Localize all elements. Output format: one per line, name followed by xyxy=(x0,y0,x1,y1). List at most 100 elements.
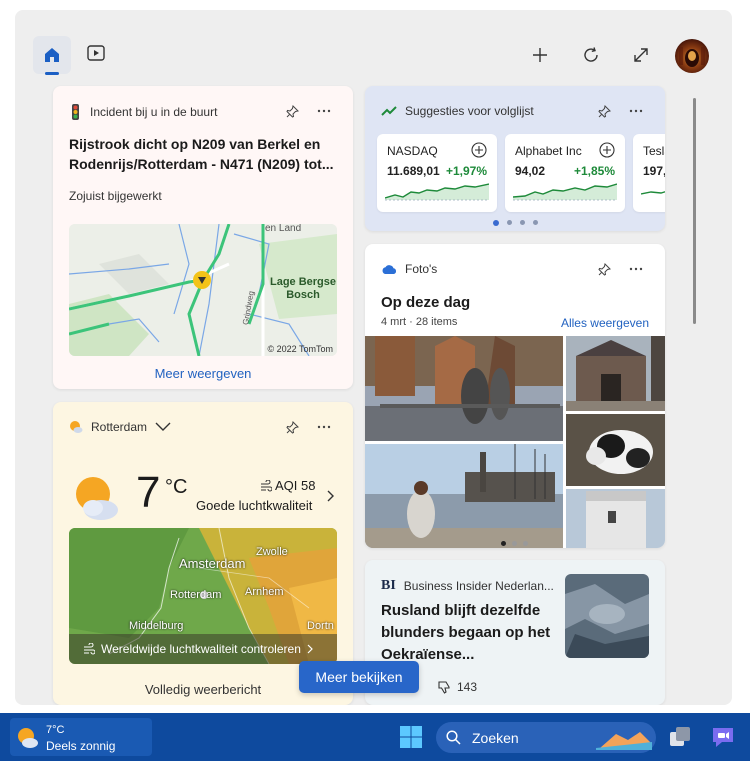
stock-sparkline xyxy=(641,191,665,195)
map-copyright: © 2022 TomTom xyxy=(267,344,334,354)
traffic-updated: Zojuist bijgewerkt xyxy=(69,189,162,203)
photo-thumbnail[interactable] xyxy=(365,444,563,548)
more-options-button[interactable] xyxy=(316,419,332,435)
news-thumbnail-image xyxy=(565,574,649,658)
expand-icon xyxy=(634,48,648,62)
news-thumbnail[interactable] xyxy=(565,574,649,658)
chevron-down-icon[interactable] xyxy=(155,422,171,432)
pager-dot[interactable] xyxy=(512,541,517,546)
photos-source: Foto's xyxy=(405,262,438,276)
pin-button[interactable] xyxy=(284,419,300,435)
photos-title: Op deze dag xyxy=(381,294,471,311)
weather-temperature: 7 xyxy=(136,468,161,517)
news-headline[interactable]: Rusland blijft dezelfde blunders begaan … xyxy=(381,600,551,666)
air-quality-link[interactable]: Wereldwijde luchtkwaliteit controleren xyxy=(69,634,337,664)
add-stock-icon[interactable] xyxy=(471,142,487,158)
pin-button[interactable] xyxy=(284,103,300,119)
onedrive-cloud-icon xyxy=(382,264,397,274)
traffic-headline[interactable]: Rijstrook dicht op N209 van Berkel en Ro… xyxy=(69,134,339,174)
taskbar-weather-widget[interactable]: 7°C Deels zonnig xyxy=(10,718,152,756)
stock-price: 197,7 xyxy=(643,164,665,178)
taskbar-search-label: Zoeken xyxy=(472,730,519,746)
weather-map[interactable]: Amsterdam Zwolle Arnhem Rotterdam Middel… xyxy=(69,528,337,664)
watchlist-card[interactable]: Suggesties voor volglijst NASDAQ 11.689,… xyxy=(365,86,665,231)
partly-sunny-icon xyxy=(76,477,118,520)
photos-card-actions xyxy=(596,261,644,277)
air-quality-link-text: Wereldwijde luchtkwaliteit controleren xyxy=(101,642,301,656)
more-options-button[interactable] xyxy=(628,261,644,277)
map-label-middelburg: Middelburg xyxy=(129,620,184,632)
partly-sunny-small-icon xyxy=(70,421,83,433)
weather-location[interactable]: Rotterdam xyxy=(91,420,147,434)
more-options-button[interactable] xyxy=(628,103,644,119)
trend-up-icon xyxy=(381,106,397,116)
stock-name: Alphabet Inc xyxy=(515,144,582,158)
task-view-icon[interactable] xyxy=(667,724,693,750)
traffic-more-link[interactable]: Meer weergeven xyxy=(53,366,353,381)
watchlist-title: Suggesties voor volglijst xyxy=(405,104,534,118)
taskbar-search[interactable]: Zoeken xyxy=(436,722,656,753)
pager-dot-active[interactable] xyxy=(501,541,506,546)
photo-thumbnail[interactable] xyxy=(365,336,563,441)
chat-icon[interactable] xyxy=(710,725,736,749)
stock-tile-nasdaq[interactable]: NASDAQ 11.689,01 +1,97% xyxy=(377,134,497,212)
photos-card[interactable]: Foto's Op deze dag 4 mrt · 28 items Alle… xyxy=(365,244,665,548)
refresh-button[interactable] xyxy=(572,36,610,74)
avatar[interactable] xyxy=(675,39,709,73)
taskbar: 7°C Deels zonnig Zoeken xyxy=(0,713,750,761)
photo-tower-image xyxy=(566,489,665,548)
weather-unit[interactable]: °C xyxy=(165,476,187,499)
add-widget-button[interactable] xyxy=(521,36,559,74)
chevron-right-icon xyxy=(307,644,313,654)
more-icon xyxy=(629,267,643,271)
home-icon xyxy=(45,48,59,62)
wind-icon xyxy=(261,479,272,491)
pager-dot[interactable] xyxy=(532,220,538,225)
photo-statues-image xyxy=(365,336,563,441)
more-icon xyxy=(629,109,643,113)
pager-dot-active[interactable] xyxy=(492,220,499,226)
weather-card[interactable]: Rotterdam 7 °C AQI 58 Goede luchtkwalite… xyxy=(53,402,353,705)
pin-icon xyxy=(597,262,611,276)
watchlist-card-header: Suggesties voor volglijst xyxy=(381,104,534,118)
pager-dot[interactable] xyxy=(506,220,512,225)
traffic-card[interactable]: Incident bij u in de buurt Rijstrook dic… xyxy=(53,86,353,389)
pin-icon xyxy=(285,104,299,118)
search-icon xyxy=(446,730,461,745)
widgets-board: Incident bij u in de buurt Rijstrook dic… xyxy=(15,10,732,705)
widgets-scrollbar[interactable] xyxy=(693,98,696,324)
add-stock-icon[interactable] xyxy=(599,142,615,158)
traffic-card-actions xyxy=(284,103,332,119)
photo-thumbnail[interactable] xyxy=(566,414,665,486)
video-button[interactable] xyxy=(77,34,115,72)
home-button[interactable] xyxy=(33,36,71,75)
photos-view-all-link[interactable]: Alles weergeven xyxy=(561,316,649,330)
pager-dot[interactable] xyxy=(519,220,525,225)
watchlist-card-actions xyxy=(596,103,644,119)
map-label-rotterdam: Rotterdam xyxy=(170,589,222,601)
aqi-value[interactable]: AQI 58 xyxy=(260,478,315,493)
news-dislike[interactable]: 143 xyxy=(437,680,477,694)
search-highlight-image xyxy=(596,732,652,750)
map-label-land: en Land xyxy=(265,224,302,234)
partly-sunny-icon xyxy=(18,728,38,748)
stock-sparkline xyxy=(385,183,489,201)
chevron-right-icon[interactable] xyxy=(327,490,335,502)
photo-thumbnail[interactable] xyxy=(566,336,665,411)
taskbar-weather-temp: 7°C xyxy=(46,724,65,736)
plus-icon xyxy=(533,48,547,62)
stock-tile-alphabet[interactable]: Alphabet Inc 94,02 +1,85% xyxy=(505,134,625,212)
photo-dog-image xyxy=(566,414,665,486)
more-options-button[interactable] xyxy=(316,103,332,119)
pager-dot[interactable] xyxy=(523,541,528,546)
stock-tile-tesla[interactable]: Tesla 197,7 xyxy=(633,134,665,212)
traffic-map[interactable]: en Land Lage Bergse Bosch Grindweg © 202… xyxy=(69,224,337,356)
stock-change: +1,85% xyxy=(573,164,615,178)
expand-button[interactable] xyxy=(622,36,660,74)
windows-start-icon[interactable] xyxy=(399,725,423,749)
see-more-button[interactable]: Meer bekijken xyxy=(299,661,419,693)
pin-button[interactable] xyxy=(596,261,612,277)
photo-thumbnail[interactable] xyxy=(566,489,665,548)
thumbs-down-icon xyxy=(438,681,450,694)
pin-button[interactable] xyxy=(596,103,612,119)
